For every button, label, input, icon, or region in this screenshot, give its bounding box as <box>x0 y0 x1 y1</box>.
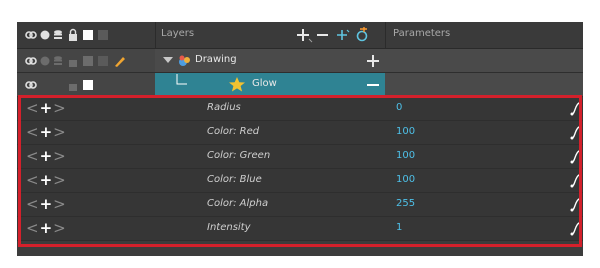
keyframe-nav[interactable]: <+> <box>26 219 67 237</box>
keyframe-nav[interactable]: <+> <box>26 195 67 213</box>
layer-thumbnail-icon[interactable] <box>98 30 108 40</box>
add-icon[interactable] <box>366 54 380 68</box>
layer-name-cell[interactable]: Drawing <box>155 49 385 72</box>
keyframe-nav[interactable]: <+> <box>26 147 67 165</box>
parameter-label: Color: Blue <box>207 174 262 185</box>
function-curve-icon[interactable] <box>570 220 583 236</box>
layers-title: Layers <box>161 28 195 39</box>
onion-skin-icon[interactable] <box>25 57 37 65</box>
parameter-value[interactable]: 1 <box>396 222 402 233</box>
parameter-row[interactable]: <+> Color: Red 100 <box>17 121 583 145</box>
stack-icon[interactable] <box>54 56 62 65</box>
color-swatch-icon[interactable] <box>83 30 93 40</box>
function-curve-icon[interactable] <box>570 172 583 188</box>
keyframe-nav[interactable]: <+> <box>26 99 67 117</box>
add-peg-icon[interactable] <box>356 27 368 42</box>
parameters-title: Parameters <box>393 28 451 39</box>
layer-row-glow[interactable]: Glow <box>17 73 583 97</box>
keyframe-nav[interactable]: <+> <box>26 123 67 141</box>
drawing-layer-icon <box>179 55 190 66</box>
parameter-label: Color: Red <box>207 126 260 137</box>
pencil-icon[interactable] <box>115 57 125 67</box>
parameter-label: Color: Green <box>207 150 271 161</box>
parameter-row[interactable]: <+> Color: Green 100 <box>17 145 583 169</box>
add-effect-icon[interactable] <box>337 29 350 40</box>
color-swatch-icon[interactable] <box>83 56 93 66</box>
lock-icon[interactable] <box>69 28 77 42</box>
add-layer-icon[interactable] <box>297 29 313 43</box>
parameter-value[interactable]: 100 <box>396 174 415 185</box>
star-icon <box>229 77 245 92</box>
header-toggle-icons <box>25 28 108 42</box>
layer-name-cell[interactable]: Glow <box>155 73 385 96</box>
visibility-icon[interactable] <box>40 30 50 40</box>
function-curve-icon[interactable] <box>570 124 583 140</box>
parameter-value[interactable]: 100 <box>396 126 415 137</box>
layer-name: Drawing <box>195 54 237 65</box>
lock-icon[interactable] <box>69 84 77 91</box>
layer-controls <box>17 49 155 72</box>
parameter-row[interactable]: <+> Color: Blue 100 <box>17 169 583 193</box>
layer-thumbnail-icon[interactable] <box>98 56 108 66</box>
onion-skin-icon[interactable] <box>25 31 37 39</box>
function-curve-icon[interactable] <box>570 148 583 164</box>
keyframe-nav[interactable]: <+> <box>26 171 67 189</box>
parameter-row[interactable]: <+> Radius 0 <box>17 97 583 121</box>
function-curve-icon[interactable] <box>570 196 583 212</box>
remove-icon[interactable] <box>366 78 380 92</box>
color-swatch-icon[interactable] <box>83 80 93 90</box>
visibility-icon[interactable] <box>40 56 50 66</box>
onion-skin-icon[interactable] <box>25 81 37 89</box>
parameter-value[interactable]: 0 <box>396 102 402 113</box>
tree-connector <box>176 74 245 92</box>
header-divider <box>155 22 156 48</box>
layer-name: Glow <box>252 78 277 89</box>
layer-actions <box>297 27 368 43</box>
parameter-label: Intensity <box>207 222 251 233</box>
function-curve-icon[interactable] <box>570 100 583 116</box>
layer-row-drawing[interactable]: Drawing <box>17 49 583 73</box>
parameter-row[interactable]: <+> Color: Alpha 255 <box>17 193 583 217</box>
panel-header: Layers Parameters <box>17 22 583 49</box>
parameter-value[interactable]: 100 <box>396 150 415 161</box>
header-divider-2 <box>385 22 386 48</box>
lock-icon[interactable] <box>69 60 77 67</box>
parameter-label: Color: Alpha <box>207 198 269 209</box>
parameter-label: Radius <box>207 102 241 113</box>
parameter-value[interactable]: 255 <box>396 198 415 209</box>
stack-icon[interactable] <box>54 30 62 39</box>
parameter-row[interactable]: <+> Intensity 1 <box>17 217 583 241</box>
layer-controls <box>17 73 155 96</box>
layers-panel: Layers Parameters Drawing Glow <+> Radiu… <box>17 22 583 256</box>
